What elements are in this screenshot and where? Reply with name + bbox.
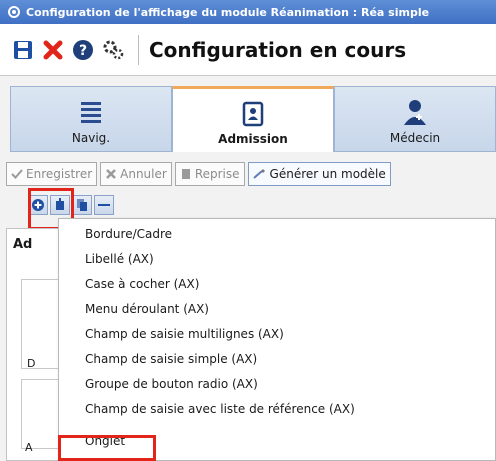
cancel-action-label: Annuler	[120, 167, 167, 181]
tab-medecin[interactable]: Médecin	[334, 86, 496, 152]
save-action-button[interactable]: Enregistrer	[6, 162, 98, 186]
form-panel: Ad D A	[6, 228, 61, 461]
settings-button[interactable]	[98, 35, 128, 65]
help-button[interactable]: ?	[68, 35, 98, 65]
generate-model-label: Générer un modèle	[269, 167, 386, 181]
line-icon	[98, 204, 110, 206]
page-title: Configuration en cours	[138, 34, 406, 65]
add-circle-icon	[32, 199, 44, 211]
resume-action-button[interactable]: Reprise	[174, 162, 245, 186]
doctor-icon	[404, 100, 426, 125]
save-icon	[14, 40, 32, 59]
insert-icon	[56, 198, 64, 210]
close-button[interactable]	[38, 35, 68, 65]
module-tabs: Navig. Admission Médecin	[10, 86, 496, 152]
menu-item-label[interactable]: Libellé (AX)	[59, 246, 496, 271]
settings-icon	[103, 40, 124, 59]
resume-action-label: Reprise	[194, 167, 240, 181]
window-title: Configuration de l'affichage du module R…	[26, 5, 430, 19]
generate-model-button[interactable]: Générer un modèle	[247, 162, 391, 186]
menu-item-border[interactable]: Bordure/Cadre	[59, 221, 496, 246]
tab-navig[interactable]: Navig.	[10, 86, 172, 152]
panel-label-a: A	[25, 441, 33, 454]
menu-item-multiline-field[interactable]: Champ de saisie multilignes (AX)	[59, 321, 496, 346]
panel-heading: Ad	[13, 237, 33, 252]
menu-item-radio-group[interactable]: Groupe de bouton radio (AX)	[59, 371, 496, 396]
copy-element-button[interactable]	[72, 195, 92, 215]
menu-item-checkbox[interactable]: Case à cocher (AX)	[59, 271, 496, 296]
separator-button[interactable]	[94, 195, 114, 215]
cancel-icon	[106, 169, 117, 179]
action-bar: Enregistrer Annuler Reprise Générer un m…	[0, 160, 496, 188]
check-icon	[11, 169, 23, 179]
panel-label-d: D	[27, 357, 36, 370]
save-button[interactable]	[8, 35, 38, 65]
add-element-button[interactable]	[28, 195, 48, 215]
wand-icon	[252, 169, 265, 179]
document-icon	[181, 169, 190, 179]
help-icon: ?	[73, 39, 93, 60]
admission-icon	[242, 101, 264, 127]
save-action-label: Enregistrer	[26, 167, 93, 181]
group-box	[21, 379, 61, 449]
tab-admission-label: Admission	[218, 132, 288, 146]
menu-item-single-field[interactable]: Champ de saisie simple (AX)	[59, 346, 496, 371]
add-element-menu: Bordure/Cadre Libellé (AX) Case à cocher…	[58, 218, 496, 461]
tab-medecin-label: Médecin	[389, 131, 441, 145]
cancel-action-button[interactable]: Annuler	[100, 162, 172, 186]
svg-text:?: ?	[79, 43, 87, 59]
tab-navig-label: Navig.	[71, 131, 111, 145]
tab-admission[interactable]: Admission	[172, 86, 334, 152]
copy-icon	[77, 199, 87, 211]
menu-item-reference-list-field[interactable]: Champ de saisie avec liste de référence …	[59, 396, 496, 421]
main-toolbar: ? Configuration en cours	[0, 24, 496, 76]
element-toolbar	[28, 194, 168, 216]
insert-element-button[interactable]	[50, 195, 70, 215]
window-titlebar: Configuration de l'affichage du module R…	[0, 0, 496, 24]
group-box	[21, 279, 61, 369]
close-icon	[43, 40, 63, 59]
menu-item-dropdown[interactable]: Menu déroulant (AX)	[59, 296, 496, 321]
list-icon	[81, 102, 101, 123]
menu-item-tab[interactable]: Onglet	[59, 428, 496, 453]
window-gear-icon	[8, 6, 20, 18]
